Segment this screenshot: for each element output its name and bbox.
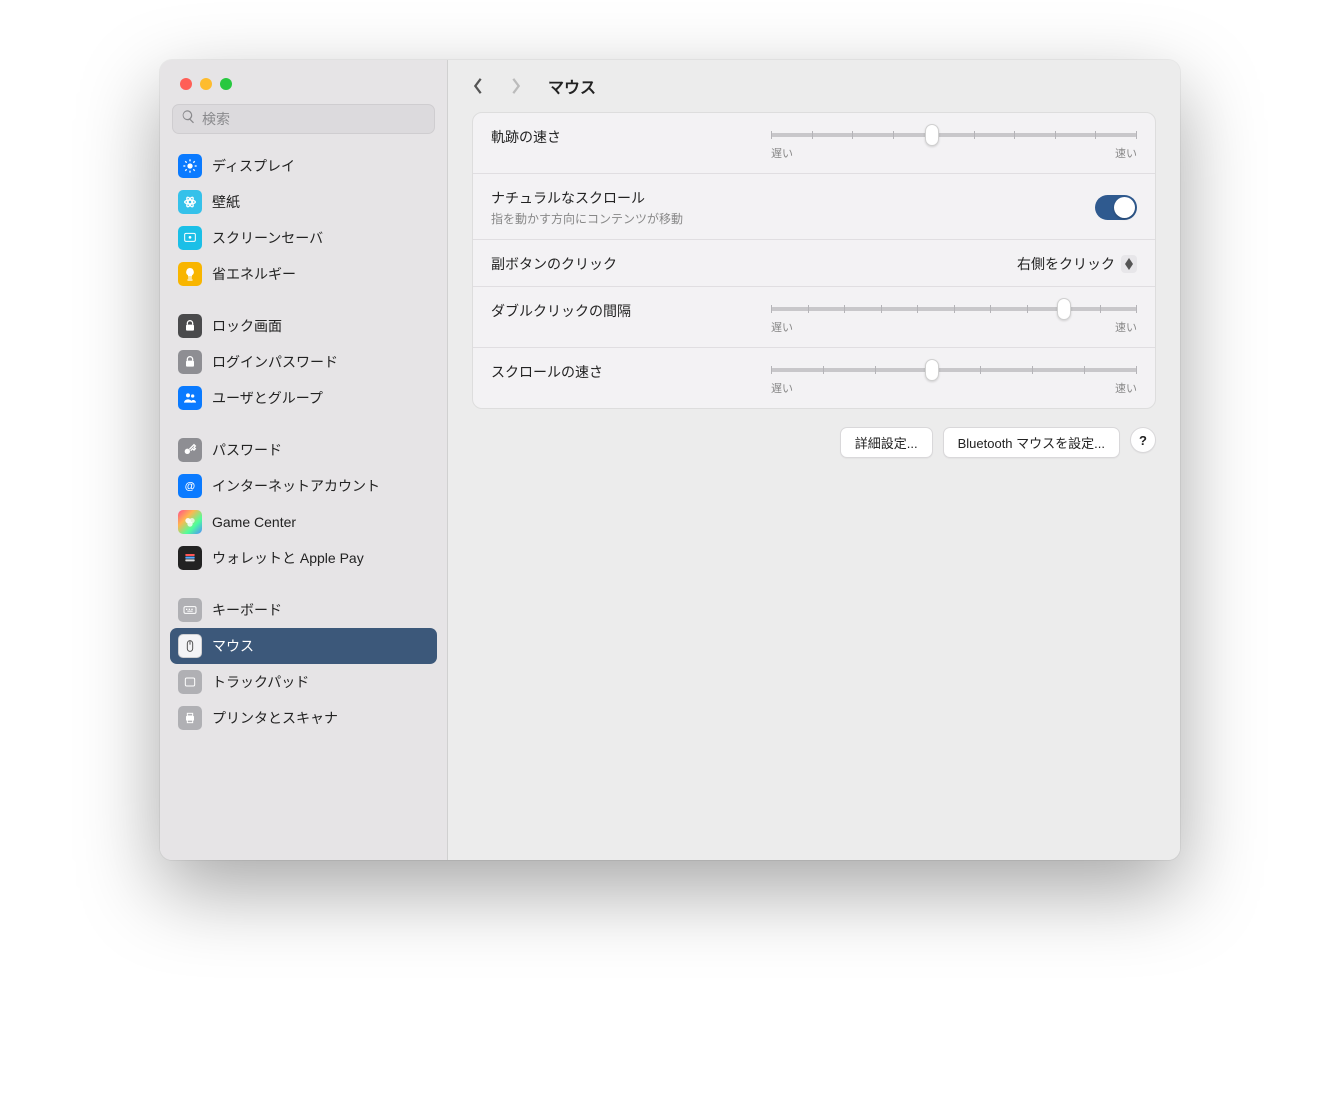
sidebar-item-label: 省エネルギー: [212, 264, 296, 284]
slider-slow-label: 遅い: [771, 319, 793, 335]
advanced-settings-button[interactable]: 詳細設定...: [840, 427, 933, 458]
close-button[interactable]: [180, 78, 192, 90]
slider-slow-label: 遅い: [771, 380, 793, 396]
row-secondary-click: 副ボタンのクリック 右側をクリック: [473, 240, 1155, 287]
sidebar-item-label: ユーザとグループ: [212, 388, 323, 408]
window-controls: [160, 60, 447, 104]
toolbar: マウス: [448, 60, 1180, 112]
sidebar-item-users[interactable]: ユーザとグループ: [170, 380, 437, 416]
sidebar-item-label: インターネットアカウント: [212, 476, 380, 496]
sidebar-item-label: マウス: [212, 636, 254, 656]
sidebar-item-display[interactable]: ディスプレイ: [170, 148, 437, 184]
settings-group: 軌跡の速さ 遅い 速い: [472, 112, 1156, 409]
sidebar-item-label: 壁紙: [212, 192, 240, 212]
sidebar-item-wallet[interactable]: ウォレットと Apple Pay: [170, 540, 437, 576]
sidebar-item-label: ロック画面: [212, 316, 282, 336]
sidebar-item-gamecenter[interactable]: Game Center: [170, 504, 437, 540]
slider-slow-label: 遅い: [771, 145, 793, 161]
content-pane: マウス 軌跡の速さ: [448, 60, 1180, 860]
sidebar-item-label: Game Center: [212, 514, 296, 530]
sidebar-item-label: スクリーンセーバ: [212, 228, 323, 248]
bluetooth-mouse-button[interactable]: Bluetooth マウスを設定...: [943, 427, 1120, 458]
wallpaper-icon: [178, 190, 202, 214]
minimize-button[interactable]: [200, 78, 212, 90]
passwords-icon: [178, 438, 202, 462]
natural-scroll-sublabel: 指を動かす方向にコンテンツが移動: [491, 210, 1075, 227]
secondary-click-select[interactable]: 右側をクリック: [1017, 254, 1137, 274]
mouse-icon: [178, 634, 202, 658]
tracking-speed-label: 軌跡の速さ: [491, 127, 751, 147]
search-input[interactable]: [202, 111, 426, 127]
forward-button[interactable]: [506, 76, 526, 96]
gamecenter-icon: [178, 510, 202, 534]
printers-icon: [178, 706, 202, 730]
row-natural-scroll: ナチュラルなスクロール 指を動かす方向にコンテンツが移動: [473, 174, 1155, 240]
double-click-slider[interactable]: 遅い 速い: [771, 301, 1137, 335]
slider-fast-label: 速い: [1115, 319, 1137, 335]
row-tracking-speed: 軌跡の速さ 遅い 速い: [473, 113, 1155, 174]
lockscreen-icon: [178, 314, 202, 338]
natural-scroll-toggle[interactable]: [1095, 195, 1137, 220]
users-icon: [178, 386, 202, 410]
display-icon: [178, 154, 202, 178]
screensaver-icon: [178, 226, 202, 250]
search-icon: [181, 109, 196, 129]
maximize-button[interactable]: [220, 78, 232, 90]
sidebar-item-label: ディスプレイ: [212, 156, 295, 176]
loginpw-icon: [178, 350, 202, 374]
sidebar: ディスプレイ壁紙スクリーンセーバ省エネルギーロック画面ログインパスワードユーザと…: [160, 60, 448, 860]
internetacc-icon: @: [178, 474, 202, 498]
search-field[interactable]: [172, 104, 435, 134]
sidebar-item-label: プリンタとスキャナ: [212, 708, 338, 728]
sidebar-item-label: ログインパスワード: [212, 352, 338, 372]
trackpad-icon: [178, 670, 202, 694]
secondary-click-label: 副ボタンのクリック: [491, 254, 997, 274]
scroll-speed-label: スクロールの速さ: [491, 362, 751, 382]
help-button[interactable]: ?: [1130, 427, 1156, 453]
scroll-speed-slider[interactable]: 遅い 速い: [771, 362, 1137, 396]
sidebar-item-screensaver[interactable]: スクリーンセーバ: [170, 220, 437, 256]
sidebar-item-loginpw[interactable]: ログインパスワード: [170, 344, 437, 380]
sidebar-item-wallpaper[interactable]: 壁紙: [170, 184, 437, 220]
back-button[interactable]: [468, 76, 488, 96]
secondary-click-value: 右側をクリック: [1017, 254, 1115, 274]
wallet-icon: [178, 546, 202, 570]
energy-icon: [178, 262, 202, 286]
settings-window: ディスプレイ壁紙スクリーンセーバ省エネルギーロック画面ログインパスワードユーザと…: [160, 60, 1180, 860]
sidebar-item-label: ウォレットと Apple Pay: [212, 548, 364, 568]
sidebar-item-label: トラックパッド: [212, 672, 309, 692]
sidebar-item-lockscreen[interactable]: ロック画面: [170, 308, 437, 344]
sidebar-item-label: キーボード: [212, 600, 282, 620]
svg-text:@: @: [185, 480, 195, 492]
row-scroll-speed: スクロールの速さ 遅い 速い: [473, 348, 1155, 408]
sidebar-nav: ディスプレイ壁紙スクリーンセーバ省エネルギーロック画面ログインパスワードユーザと…: [160, 140, 447, 860]
sidebar-item-trackpad[interactable]: トラックパッド: [170, 664, 437, 700]
sidebar-item-printers[interactable]: プリンタとスキャナ: [170, 700, 437, 736]
sidebar-item-internetacc[interactable]: @ インターネットアカウント: [170, 468, 437, 504]
footer-buttons: 詳細設定... Bluetooth マウスを設定... ?: [472, 427, 1156, 458]
keyboard-icon: [178, 598, 202, 622]
double-click-label: ダブルクリックの間隔: [491, 301, 751, 321]
natural-scroll-label: ナチュラルなスクロール: [491, 188, 1075, 208]
sidebar-item-keyboard[interactable]: キーボード: [170, 592, 437, 628]
sidebar-item-passwords[interactable]: パスワード: [170, 432, 437, 468]
slider-fast-label: 速い: [1115, 380, 1137, 396]
sidebar-item-energy[interactable]: 省エネルギー: [170, 256, 437, 292]
page-title: マウス: [548, 74, 596, 98]
sidebar-item-mouse[interactable]: マウス: [170, 628, 437, 664]
sidebar-item-label: パスワード: [212, 440, 282, 460]
tracking-speed-slider[interactable]: 遅い 速い: [771, 127, 1137, 161]
slider-fast-label: 速い: [1115, 145, 1137, 161]
updown-icon: [1121, 255, 1137, 273]
row-double-click: ダブルクリックの間隔 遅い 速い: [473, 287, 1155, 348]
